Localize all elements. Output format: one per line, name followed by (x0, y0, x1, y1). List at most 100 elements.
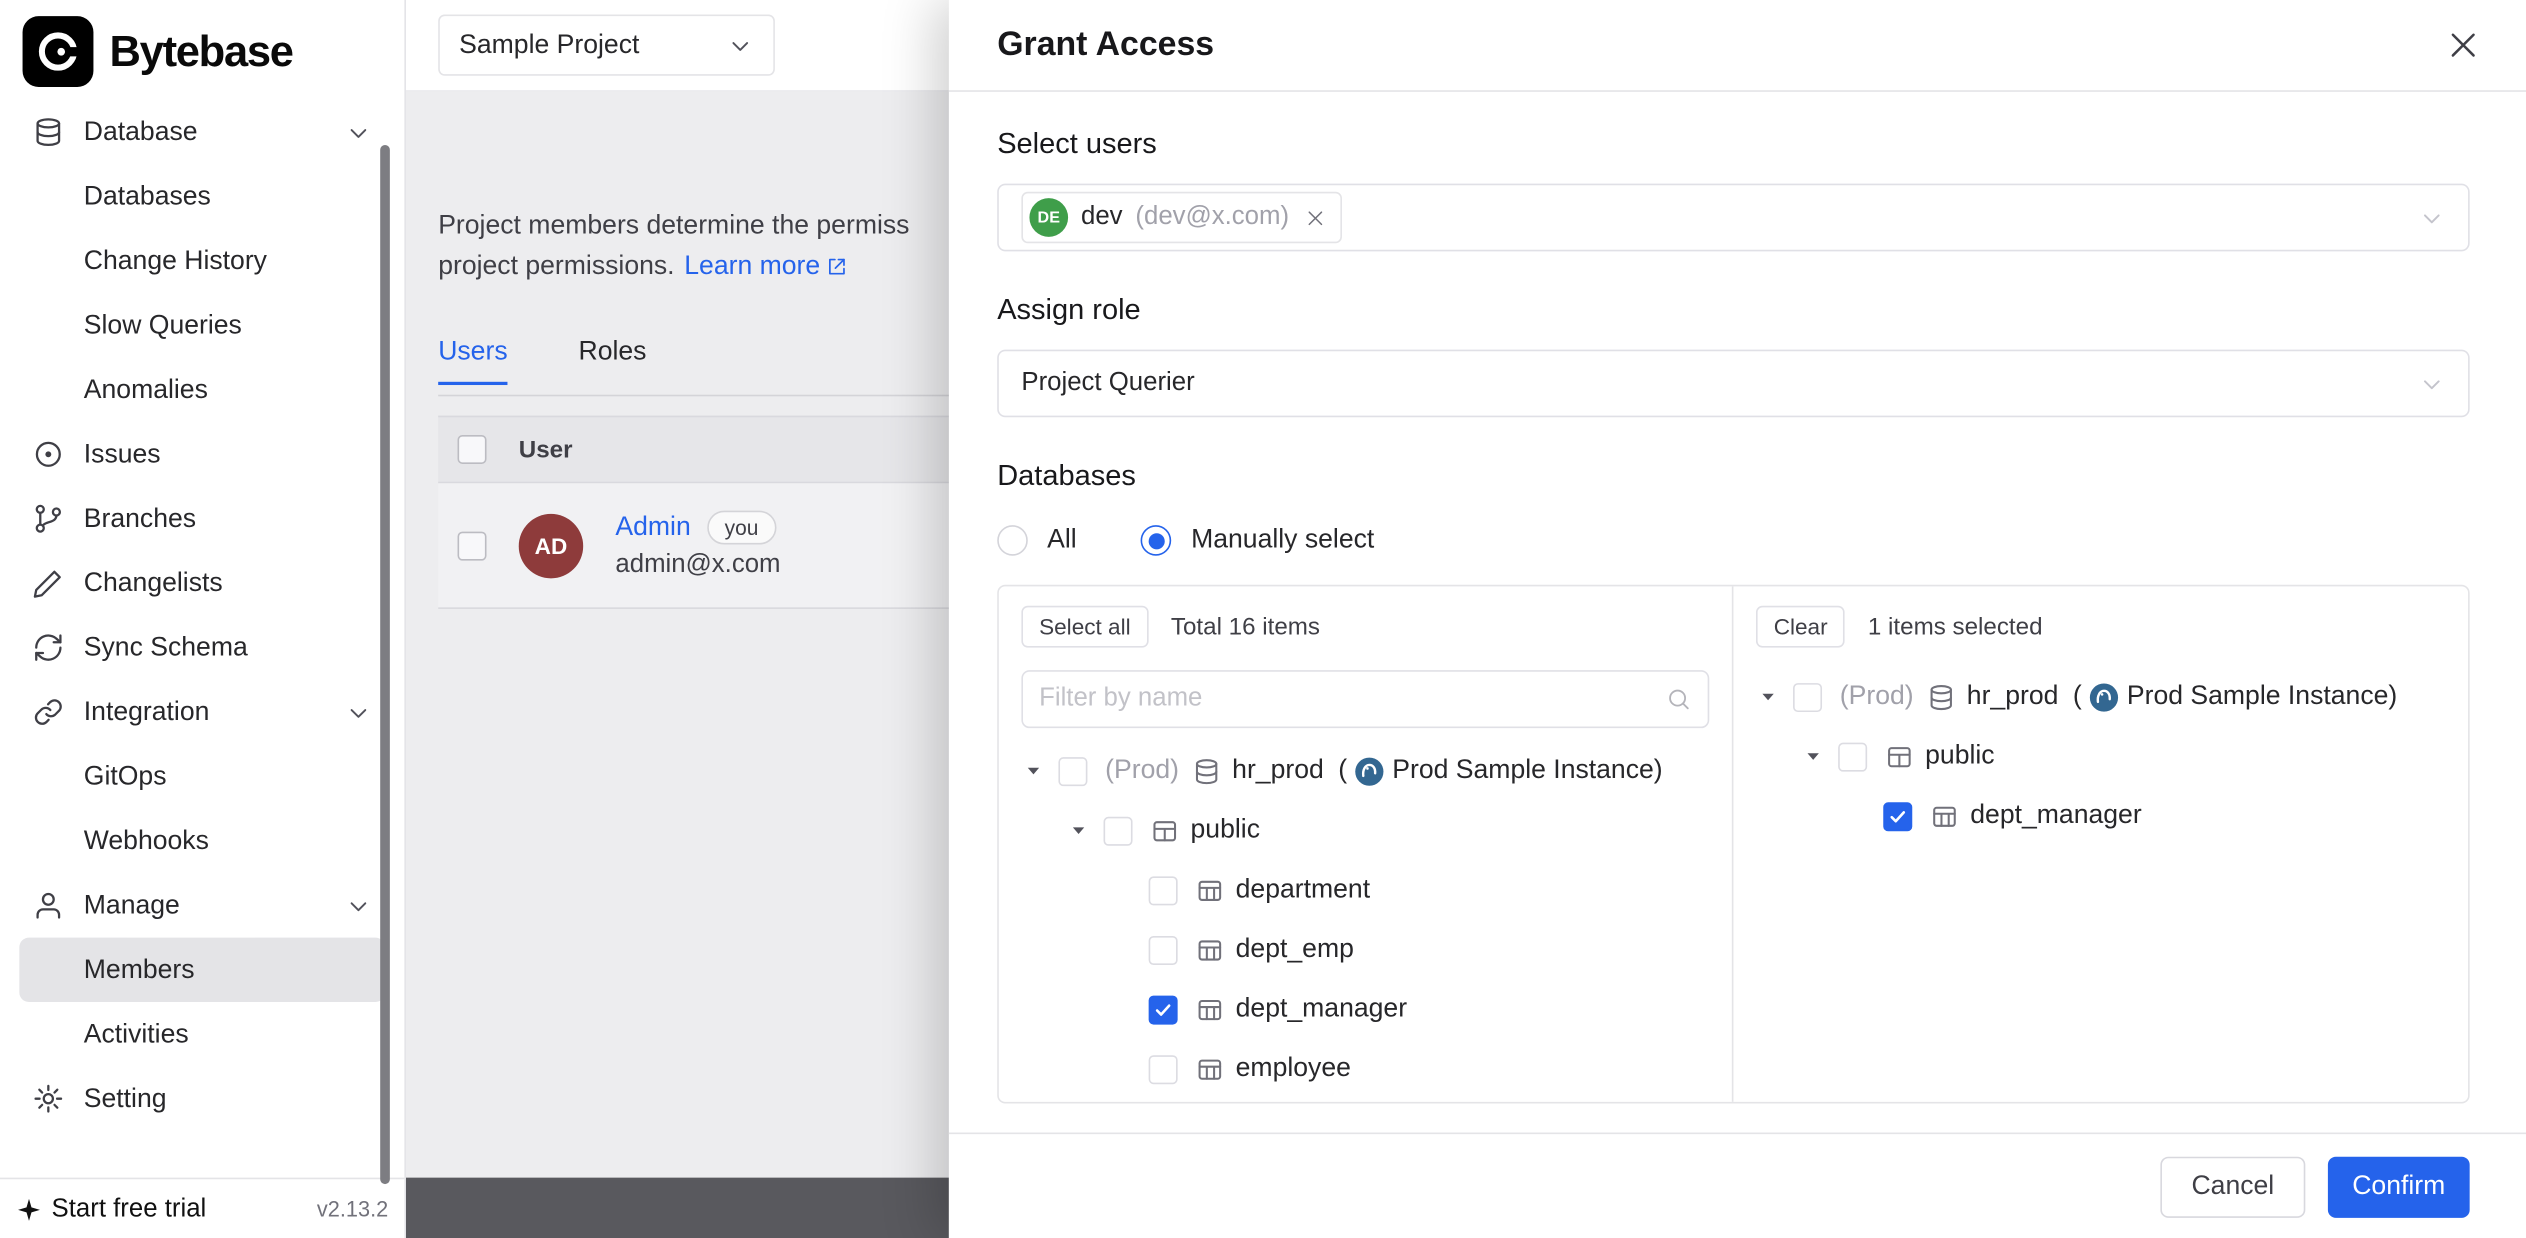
select-users-input[interactable]: DE dev (dev@x.com) (997, 184, 2469, 252)
postgres-icon (2088, 681, 2120, 713)
sidebar-item-label: Activities (84, 1019, 372, 1050)
tab-roles[interactable]: Roles (579, 337, 647, 385)
chevron-down-icon (2418, 204, 2445, 231)
checkbox[interactable] (1058, 756, 1087, 785)
chevron-down-icon (727, 31, 754, 58)
transfer-target-pane: Clear 1 items selected (Prod)hr_prod(Pro… (1733, 586, 2468, 1102)
sidebar-item-manage[interactable]: Manage (19, 873, 385, 937)
schema-icon (1150, 816, 1179, 845)
checkbox[interactable] (1838, 742, 1867, 771)
node-name: public (1925, 741, 1994, 772)
sidebar-item-activities[interactable]: Activities (19, 1002, 385, 1066)
learn-more-link[interactable]: Learn more (684, 251, 849, 282)
bytebase-logo-icon (23, 16, 94, 87)
members-description-line2: project permissions. Learn more (438, 251, 849, 282)
version-label: v2.13.2 (317, 1197, 388, 1221)
source-tree-row-employee: employee (1021, 1039, 1709, 1099)
target-tree-row-public: public (1756, 727, 2446, 787)
chip-user-email: (dev@x.com) (1135, 203, 1289, 232)
issues-icon (32, 438, 64, 470)
sidebar-item-anomalies[interactable]: Anomalies (19, 358, 385, 422)
checkbox[interactable] (1149, 995, 1178, 1024)
sidebar-item-branches[interactable]: Branches (19, 487, 385, 551)
source-tree: (Prod)hr_prod(Prod Sample Instance)publi… (1021, 741, 1709, 1099)
avatar: AD (519, 513, 583, 577)
logo[interactable]: Bytebase (0, 0, 404, 100)
changelist-icon (32, 567, 64, 599)
members-tabs: Users Roles (438, 337, 646, 385)
start-free-trial-link[interactable]: Start free trial (52, 1195, 207, 1224)
checkbox[interactable] (1149, 935, 1178, 964)
integration-icon (32, 696, 64, 728)
caret-down-icon[interactable] (1066, 820, 1089, 841)
checkbox[interactable] (1883, 801, 1912, 830)
branch-icon (32, 503, 64, 535)
target-tree-row-dept-manager: dept_manager (1756, 786, 2446, 846)
checkbox[interactable] (1149, 1054, 1178, 1083)
sidebar-item-database[interactable]: Database (19, 100, 385, 164)
sidebar-footer: Start free trial v2.13.2 (0, 1178, 404, 1238)
sidebar-item-label: Database (84, 117, 326, 148)
sidebar-item-slow-queries[interactable]: Slow Queries (19, 293, 385, 357)
cancel-button[interactable]: Cancel (2160, 1156, 2305, 1217)
target-tree-row-hr-prod: (Prod)hr_prod(Prod Sample Instance) (1756, 667, 2446, 727)
clear-button[interactable]: Clear (1756, 606, 1845, 648)
sidebar-item-members[interactable]: Members (19, 938, 385, 1002)
sidebar-item-label: Changelists (84, 568, 372, 599)
chevron-down-icon (345, 698, 372, 725)
caret-down-icon[interactable] (1801, 746, 1824, 767)
setting-icon (32, 1083, 64, 1115)
database-transfer: Select all Total 16 items (Prod)hr_prod(… (997, 585, 2469, 1104)
node-name: dept_emp (1236, 934, 1354, 965)
close-icon[interactable] (2445, 27, 2480, 62)
env-prefix: (Prod) (1105, 756, 1179, 787)
remove-user-icon[interactable] (1305, 207, 1326, 228)
node-name: dept_manager (1970, 801, 2141, 832)
sidebar: Bytebase Database Databases Change History… (0, 0, 406, 1238)
source-tree-row-public: public (1021, 801, 1709, 861)
filter-input[interactable] (1039, 685, 1666, 714)
sidebar-item-label: Change History (84, 246, 372, 277)
sidebar-item-integration[interactable]: Integration (19, 680, 385, 744)
checkbox[interactable] (1149, 876, 1178, 905)
modal-footer: Cancel Confirm (949, 1133, 2526, 1238)
sidebar-item-setting[interactable]: Setting (19, 1066, 385, 1130)
sidebar-item-label: Databases (84, 181, 372, 212)
instance-info: (Prod Sample Instance) (2073, 681, 2397, 713)
confirm-button[interactable]: Confirm (2328, 1156, 2470, 1217)
target-pane-header: Clear 1 items selected (1756, 606, 2446, 648)
row-checkbox[interactable] (458, 531, 487, 560)
select-all-button[interactable]: Select all (1021, 606, 1148, 648)
sidebar-item-label: Webhooks (84, 826, 372, 857)
sidebar-item-webhooks[interactable]: Webhooks (19, 809, 385, 873)
checkbox[interactable] (1104, 816, 1133, 845)
schema-icon (1885, 742, 1914, 771)
caret-down-icon[interactable] (1756, 686, 1779, 707)
sidebar-item-sync-schema[interactable]: Sync Schema (19, 615, 385, 679)
radio-all[interactable] (997, 525, 1028, 556)
sidebar-item-changelists[interactable]: Changelists (19, 551, 385, 615)
node-name: department (1236, 875, 1370, 906)
sidebar-item-gitops[interactable]: GitOps (19, 744, 385, 808)
tab-users[interactable]: Users (438, 337, 507, 385)
transfer-source-pane: Select all Total 16 items (Prod)hr_prod(… (999, 586, 1734, 1102)
instance-info: (Prod Sample Instance) (1338, 755, 1662, 787)
sidebar-item-change-history[interactable]: Change History (19, 229, 385, 293)
sidebar-item-issues[interactable]: Issues (19, 422, 385, 486)
database-icon (32, 116, 64, 148)
table-icon (1930, 801, 1959, 830)
member-name-link[interactable]: Admin (615, 512, 690, 543)
caret-down-icon[interactable] (1021, 760, 1044, 781)
table-icon (1195, 876, 1224, 905)
radio-manually-select[interactable] (1141, 525, 1172, 556)
member-cell: Admin you admin@x.com (615, 511, 780, 580)
select-all-checkbox[interactable] (458, 435, 487, 464)
paren-open: ( (2073, 681, 2082, 712)
chevron-down-icon (2418, 370, 2445, 397)
project-selector[interactable]: Sample Project (438, 14, 775, 75)
modal-body: Select users DE dev (dev@x.com) Assign r… (949, 92, 2526, 1133)
sidebar-item-databases[interactable]: Databases (19, 164, 385, 228)
sidebar-scrollbar[interactable] (380, 145, 390, 1184)
assign-role-select[interactable]: Project Querier (997, 350, 2469, 418)
checkbox[interactable] (1793, 682, 1822, 711)
